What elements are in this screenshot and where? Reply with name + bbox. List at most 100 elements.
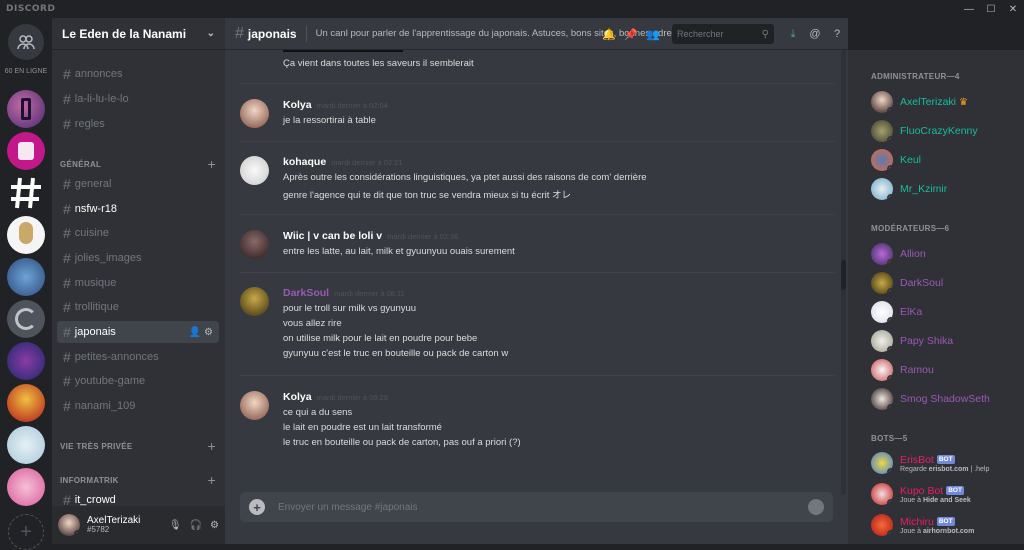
server-icon[interactable] (7, 426, 45, 464)
upload-button[interactable]: + (249, 499, 265, 515)
message-author[interactable]: DarkSoul (283, 287, 329, 299)
hash-icon: # (63, 373, 71, 389)
category-general[interactable]: GÉNÉRAL + (60, 156, 216, 172)
category-informatrik[interactable]: INFORMATRIK + (60, 472, 216, 488)
channel-petites-annonces[interactable]: # petites-annonces (57, 346, 219, 368)
hash-icon: # (63, 299, 71, 315)
member-item[interactable]: Allion (871, 241, 1021, 267)
members-icon[interactable]: 👥 (642, 23, 664, 45)
microphone-icon[interactable]: 🎙 (169, 520, 182, 531)
download-icon[interactable]: ⤓ (782, 23, 804, 45)
channel-trollitique[interactable]: # trollitique (57, 296, 219, 318)
member-item[interactable]: Kupo Bot BOT Joue à Hide and Seek (871, 481, 1021, 507)
avatar (871, 452, 893, 474)
avatar[interactable] (240, 156, 269, 185)
minimize-button[interactable]: — (958, 0, 980, 18)
mention-icon[interactable]: @ (804, 23, 826, 45)
avatar[interactable] (240, 287, 269, 316)
channel-nanami-109[interactable]: # nanami_109 (57, 395, 219, 417)
pin-icon[interactable]: 📌 (620, 23, 642, 45)
server-icon[interactable] (7, 216, 45, 254)
member-item[interactable]: ErisBot BOT Regarde erisbot.com | .help (871, 450, 1021, 476)
hash-icon: # (63, 201, 71, 217)
server-icon[interactable] (7, 384, 45, 422)
message-text: le truc en bouteille ou pack de carton, … (283, 437, 521, 448)
member-item[interactable]: Smog ShadowSeth (871, 386, 1021, 412)
member-item[interactable]: Papy Shika (871, 328, 1021, 354)
server-icon[interactable] (7, 342, 45, 380)
message-author[interactable]: kohaque (283, 156, 326, 168)
gear-icon[interactable]: ⚙ (210, 520, 219, 531)
message-author[interactable]: Kolya (283, 391, 312, 403)
chevron-down-icon: ⌄ (206, 28, 215, 39)
channel-nsfw-r18[interactable]: # nsfw-r18 (57, 198, 219, 220)
server-icon[interactable] (7, 258, 45, 296)
channel-japonais[interactable]: # japonais 👤 ⚙ (57, 321, 219, 343)
avatar[interactable] (240, 230, 269, 259)
add-server-button[interactable]: + (8, 514, 44, 550)
server-icon[interactable] (7, 90, 45, 128)
member-item[interactable]: Mr_Kzimir (871, 176, 1021, 202)
member-item[interactable]: AxelTerizaki ♛ (871, 89, 1021, 115)
channel-sidebar: Le Eden de la Nanami ⌄ # annonces # la-li-… (52, 18, 225, 544)
member-item[interactable]: Michiru BOT Joue à airhornbot.com (871, 512, 1021, 538)
member-category-moderators: MODÉRATEURS—6 (871, 224, 950, 233)
message-text: gyunyuu c'est le truc en bouteille ou pa… (283, 348, 509, 359)
member-name: Mr_Kzimir (900, 183, 948, 195)
channel-la-li-lu-le-lo[interactable]: # la-li-lu-le-lo (57, 88, 219, 110)
member-item[interactable]: DarkSoul (871, 270, 1021, 296)
member-item[interactable]: Ramou (871, 357, 1021, 383)
member-item[interactable]: Keul (871, 147, 1021, 173)
message-author[interactable]: Wiic | v can be loli v (283, 230, 382, 242)
headphones-icon[interactable]: 🎧 (190, 520, 202, 531)
divider (239, 83, 835, 84)
friends-home-button[interactable] (8, 24, 44, 60)
server-icon[interactable] (7, 300, 45, 338)
hash-icon: # (63, 250, 71, 266)
avatar[interactable] (240, 391, 269, 420)
avatar (871, 91, 893, 113)
channel-musique[interactable]: # musique (57, 272, 219, 294)
server-icon-active[interactable] (7, 174, 45, 212)
message-input[interactable] (278, 501, 808, 513)
member-item[interactable]: FluoCrazyKenny (871, 118, 1021, 144)
create-channel-button[interactable]: + (208, 438, 216, 454)
server-icon[interactable] (7, 468, 45, 506)
maximize-button[interactable]: ☐ (980, 0, 1002, 18)
channel-jolies-images[interactable]: # jolies_images (57, 247, 219, 269)
bell-icon[interactable]: 🔔 (598, 23, 620, 45)
invite-icon[interactable]: 👤 (189, 327, 201, 338)
avatar (871, 178, 893, 200)
server-icon[interactable] (7, 132, 45, 170)
channel-general[interactable]: # general (57, 173, 219, 195)
hash-icon: # (63, 398, 71, 414)
member-item[interactable]: ElKa (871, 299, 1021, 325)
scrollbar-thumb[interactable] (841, 260, 846, 290)
message-timestamp: mardi dernier à 09:29 (316, 393, 388, 402)
message-text: genre l'agence qui te dit que ton truc s… (283, 190, 572, 201)
scrollbar[interactable] (841, 50, 846, 495)
search-box[interactable]: ⚲ (672, 24, 774, 44)
avatar (871, 514, 893, 536)
server-header[interactable]: Le Eden de la Nanami ⌄ (52, 18, 225, 50)
server-list: 60 EN LIGNE + (0, 18, 52, 550)
channel-cuisine[interactable]: # cuisine (57, 222, 219, 244)
create-channel-button[interactable]: + (208, 472, 216, 488)
member-name: ErisBot (900, 453, 934, 466)
channel-annonces[interactable]: # annonces (57, 63, 219, 85)
channel-regles[interactable]: # regles (57, 113, 219, 135)
emoji-icon[interactable] (808, 499, 824, 515)
category-vie-tres-privee[interactable]: VIE TRÈS PRIVÉE + (60, 438, 216, 454)
message-composer: + (240, 492, 833, 522)
member-activity: Joue à Hide and Seek (900, 496, 971, 504)
message-author[interactable]: Kolya (283, 99, 312, 111)
member-name: ElKa (900, 306, 923, 318)
avatar[interactable] (240, 99, 269, 128)
close-button[interactable]: ✕ (1002, 0, 1024, 18)
channel-youtube-game[interactable]: # youtube-game (57, 370, 219, 392)
gear-icon[interactable]: ⚙ (204, 327, 213, 338)
help-icon[interactable]: ? (826, 23, 848, 45)
search-input[interactable] (677, 29, 755, 39)
avatar[interactable] (58, 514, 80, 536)
create-channel-button[interactable]: + (208, 156, 216, 172)
